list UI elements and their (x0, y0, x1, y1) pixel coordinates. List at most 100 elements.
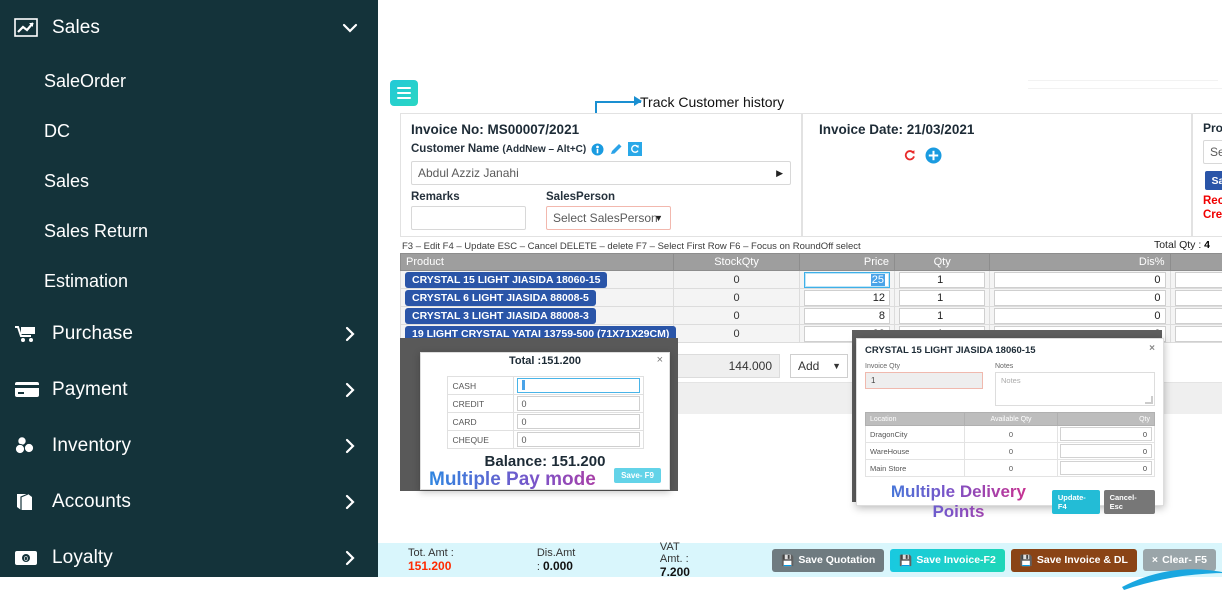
product-panel: Product Select Product ▶ Sales List Shif… (1192, 113, 1222, 237)
discount-amount-value: 0.000 (543, 559, 573, 573)
location-qty-input[interactable]: 0 (1060, 444, 1152, 458)
available-cell: 0 (964, 426, 1058, 443)
location-cell: Main Store (866, 460, 965, 477)
add-customer-icon[interactable] (925, 147, 942, 164)
cheque-input[interactable]: 0 (517, 432, 640, 447)
sidebar-subitem-label: Estimation (44, 271, 128, 292)
disamt-input[interactable]: 0 (1175, 290, 1222, 306)
sidebar-item-sales-return[interactable]: Sales Return (0, 206, 378, 256)
chevron-right-icon[interactable] (340, 494, 360, 510)
sidebar-item-purchase[interactable]: Purchase (0, 306, 378, 362)
salesperson-select[interactable]: Select SalesPerson ▼ (546, 206, 671, 230)
product-select[interactable]: Select Product ▶ (1203, 140, 1222, 164)
roundoff-select[interactable]: Add ▼ (790, 354, 848, 378)
stockqty-cell: 0 (674, 325, 799, 343)
card-input[interactable]: 0 (517, 414, 640, 429)
delivery-update-button[interactable]: Update-F4 (1052, 490, 1100, 514)
payment-methods-table: CASH CREDIT 0 CARD 0 CHEQUE 0 (447, 376, 644, 449)
chevron-down-icon[interactable] (340, 23, 360, 33)
delivery-locations-table: Location Available Qty Qty DragonCity 0 … (865, 412, 1155, 477)
product-name: CRYSTAL 6 LIGHT JIASIDA 88008-5 (405, 290, 596, 306)
location-qty-input[interactable]: 0 (1060, 427, 1152, 441)
customer-info-icon[interactable] (591, 143, 604, 156)
chevron-right-icon[interactable] (340, 550, 360, 566)
discount-amount: Dis.Amt : 0.000 (537, 547, 578, 573)
product-select-placeholder: Select Product (1210, 145, 1222, 159)
sidebar-item-dc[interactable]: DC (0, 106, 378, 156)
qty-input[interactable]: 1 (899, 272, 985, 288)
sidebar-item-sales-sub[interactable]: Sales (0, 156, 378, 206)
sidebar-item-label: Inventory (48, 435, 340, 457)
invoice-qty-input[interactable]: 1 (865, 372, 983, 389)
notes-textarea[interactable]: Notes (995, 372, 1155, 406)
annotation-multiple-delivery-points: Multiple Delivery Points (865, 482, 1052, 522)
card-icon (14, 381, 48, 399)
available-cell: 0 (964, 443, 1058, 460)
disamt-input[interactable]: 0 (1175, 272, 1222, 288)
remarks-input[interactable] (411, 206, 526, 230)
table-row[interactable]: CRYSTAL 6 LIGHT JIASIDA 88008-5 0 12 1 0… (401, 289, 1222, 307)
payment-row-cheque: CHEQUE 0 (447, 431, 643, 449)
chevron-right-icon[interactable] (340, 326, 360, 342)
dis-input[interactable]: 0 (994, 272, 1165, 288)
sidebar-item-estimation[interactable]: Estimation (0, 256, 378, 306)
save-quotation-button[interactable]: 💾 Save Quotation (772, 549, 884, 572)
col-product: Product (401, 254, 674, 271)
delivery-header-row: Location Available Qty Qty (866, 413, 1155, 426)
delivery-cancel-button[interactable]: Cancel-Esc (1104, 490, 1155, 514)
col-dis: Dis% (990, 254, 1170, 271)
close-icon[interactable]: × (1149, 343, 1155, 354)
decorative-line (1028, 88, 1222, 89)
delivery-points-modal: CRYSTAL 15 LIGHT JIASIDA 18060-15 × Invo… (856, 338, 1164, 506)
dis-input[interactable]: 0 (994, 290, 1165, 306)
delivery-modal-header: CRYSTAL 15 LIGHT JIASIDA 18060-15 × (865, 345, 1155, 356)
dis-input[interactable]: 0 (994, 308, 1165, 324)
chevron-right-icon[interactable] (340, 382, 360, 398)
sidebar-item-inventory[interactable]: Inventory (0, 418, 378, 474)
chevron-right-icon[interactable] (340, 438, 360, 454)
sidebar-item-label: Accounts (48, 491, 340, 513)
price-input[interactable]: 12 (804, 290, 890, 306)
location-qty-input[interactable]: 0 (1060, 461, 1152, 475)
sidebar-item-payment[interactable]: Payment (0, 362, 378, 418)
sidebar-item-accounts[interactable]: Accounts (0, 474, 378, 530)
customer-history-icon[interactable] (628, 142, 642, 156)
price-input[interactable]: 8 (804, 308, 890, 324)
payment-label: CHEQUE (447, 431, 513, 449)
decorative-line (1028, 80, 1218, 81)
sidebar-subitem-label: SaleOrder (44, 71, 126, 92)
customer-select[interactable]: Abdul Azziz Janahi ▶ (411, 161, 791, 185)
price-input[interactable]: 25 (804, 272, 890, 288)
main-content: Track Customer history Invoice No: MS000… (378, 0, 1222, 577)
save-invoice-button[interactable]: 💾 Save Invoice-F2 (890, 549, 1004, 572)
disamt-input[interactable]: 0 (1175, 326, 1222, 342)
table-row[interactable]: CRYSTAL 3 LIGHT JIASIDA 88008-3 0 8 1 0 … (401, 307, 1222, 325)
refresh-icon[interactable] (903, 149, 916, 162)
close-icon[interactable]: × (657, 354, 663, 366)
col-qty: Qty (894, 254, 989, 271)
sidebar-item-label: Payment (48, 379, 340, 401)
salesperson-label: SalesPerson (546, 191, 671, 203)
sidebar-item-sales[interactable]: Sales (0, 0, 378, 56)
available-cell: 0 (964, 460, 1058, 477)
chevron-down-icon: ▼ (654, 213, 663, 223)
sales-list-button[interactable]: Sales List (1205, 171, 1222, 190)
credit-input[interactable]: 0 (517, 396, 640, 411)
remarks-label: Remarks (411, 191, 526, 203)
hamburger-menu-button[interactable] (390, 80, 418, 106)
col-location: Location (866, 413, 965, 426)
credit-note-row: Credit Note : 0 (1203, 209, 1222, 221)
customer-name-label: Customer Name (AddNew – Alt+C) (411, 143, 586, 155)
qty-input[interactable]: 1 (899, 290, 985, 306)
save-icon: 💾 (781, 554, 794, 567)
col-qty: Qty (1058, 413, 1155, 426)
sidebar-item-saleorder[interactable]: SaleOrder (0, 56, 378, 106)
table-row[interactable]: CRYSTAL 15 LIGHT JIASIDA 18060-15 0 25 1… (401, 271, 1222, 289)
sidebar-item-loyalty[interactable]: 0 Loyalty (0, 530, 378, 586)
payment-save-button[interactable]: Save- F9 (614, 468, 661, 483)
boxes-icon (14, 436, 48, 456)
customer-edit-icon[interactable] (609, 143, 623, 156)
qty-input[interactable]: 1 (899, 308, 985, 324)
disamt-input[interactable]: 0 (1175, 308, 1222, 324)
cash-input[interactable] (517, 378, 640, 393)
